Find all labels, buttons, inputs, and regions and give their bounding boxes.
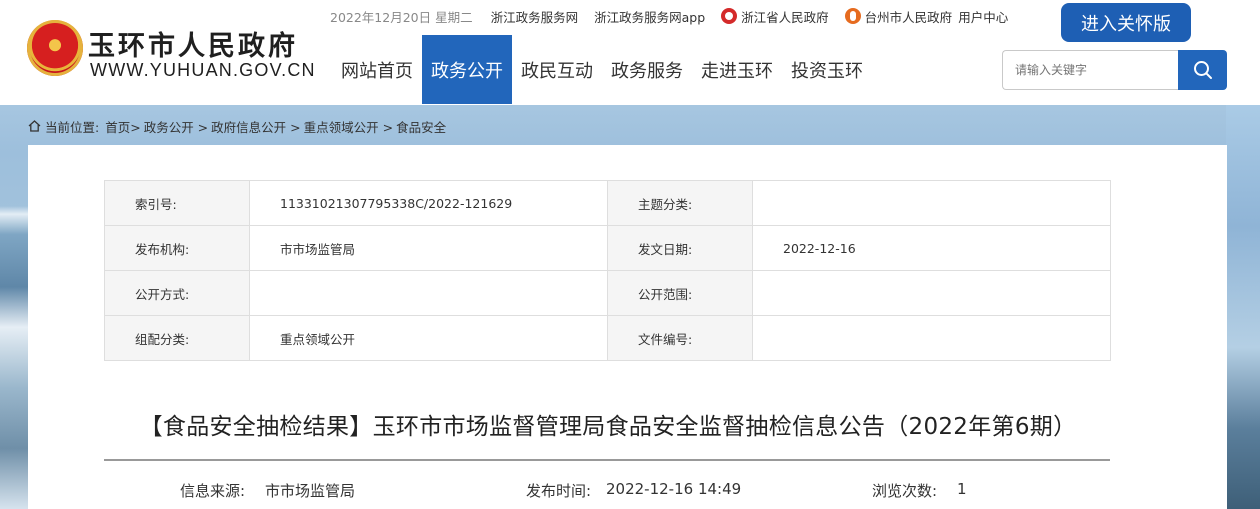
breadcrumb-gov-info[interactable]: 政府信息公开 > (211, 117, 300, 136)
link-user-center[interactable]: 用户中心 (958, 7, 1008, 26)
meta-value-issue-date: 2022-12-16 (752, 225, 1111, 271)
table-row: 索引号: 11331021307795338C/2022-121629 主题分类… (104, 180, 1111, 226)
document-title: 【食品安全抽检结果】玉环市市场监督管理局食品安全监督抽检信息公告（2022年第6… (139, 414, 1077, 440)
link-zhejiang-gov-label: 浙江省人民政府 (741, 9, 829, 25)
table-row: 发布机构: 市市场监管局 发文日期: 2022-12-16 (104, 225, 1111, 271)
link-taizhou-gov-label: 台州市人民政府 (864, 9, 953, 25)
site-url[interactable]: WWW.YUHUAN.GOV.CN (90, 60, 316, 81)
meta-label-index: 索引号: (104, 180, 250, 226)
site-header: 玉环市人民政府 WWW.YUHUAN.GOV.CN 2022年12月20日 星期… (0, 0, 1260, 105)
national-emblem-icon (27, 20, 83, 76)
breadcrumb-key-areas[interactable]: 重点领域公开 > (304, 117, 393, 136)
meta-label-publisher: 发布机构: (104, 225, 250, 271)
meta-label-doc-number: 文件编号: (607, 315, 753, 361)
search-input[interactable] (1002, 50, 1178, 90)
source-value: 市市场监管局 (265, 482, 356, 500)
meta-value-doc-number (752, 315, 1111, 361)
breadcrumb-food-safety[interactable]: 食品安全 (396, 117, 446, 136)
nav-interaction[interactable]: 政民互动 (512, 35, 602, 104)
breadcrumb-gov-affairs[interactable]: 政务公开 > (144, 117, 208, 136)
link-zjzwfw-app[interactable]: 浙江政务服务网app (594, 7, 705, 26)
meta-value-publisher: 市市场监管局 (249, 225, 608, 271)
meta-value-disclosure-scope (752, 270, 1111, 316)
document-meta-table: 索引号: 11331021307795338C/2022-121629 主题分类… (104, 180, 1111, 361)
site-title[interactable]: 玉环市人民政府 (88, 24, 298, 63)
table-row: 公开方式: 公开范围: (104, 270, 1111, 316)
zhejiang-gov-icon (721, 8, 738, 24)
meta-label-topic: 主题分类: (607, 180, 753, 226)
breadcrumb: 当前位置: 首页> 政务公开 > 政府信息公开 > 重点领域公开 > 食品安全 (28, 116, 449, 136)
content-panel: 索引号: 11331021307795338C/2022-121629 主题分类… (28, 145, 1227, 509)
search-icon (1193, 61, 1212, 79)
link-zjzwfw[interactable]: 浙江政务服务网 (491, 7, 579, 26)
nav-invest-yuhuan[interactable]: 投资玉环 (782, 35, 872, 104)
top-bar: 2022年12月20日 星期二 浙江政务服务网 浙江政务服务网app 浙江省人民… (330, 6, 1024, 26)
care-mode-button[interactable]: 进入关怀版 (1061, 3, 1191, 42)
title-divider (104, 459, 1110, 461)
meta-label-issue-date: 发文日期: (607, 225, 753, 271)
home-icon (28, 120, 41, 132)
table-row: 组配分类: 重点领域公开 文件编号: (104, 315, 1111, 361)
meta-label-category: 组配分类: (104, 315, 250, 361)
link-taizhou-gov[interactable]: 台州市人民政府 (844, 7, 953, 26)
document-info-row: 信息来源: 市市场监管局 发布时间: 2022-12-16 14:49 浏览次数… (28, 480, 1188, 502)
background-scenery-left (0, 105, 28, 509)
source-label: 信息来源: (180, 482, 246, 500)
nav-home[interactable]: 网站首页 (332, 35, 422, 104)
meta-value-disclosure-method (249, 270, 608, 316)
meta-value-category: 重点领域公开 (249, 315, 608, 361)
nav-gov-services[interactable]: 政务服务 (602, 35, 692, 104)
link-zhejiang-gov[interactable]: 浙江省人民政府 (721, 7, 829, 26)
meta-label-disclosure-scope: 公开范围: (607, 270, 753, 316)
search-button[interactable] (1178, 50, 1227, 90)
nav-gov-affairs-open[interactable]: 政务公开 (422, 35, 512, 104)
publish-time-value: 2022-12-16 14:49 (606, 480, 742, 498)
nav-about-yuhuan[interactable]: 走进玉环 (692, 35, 782, 104)
current-date: 2022年12月20日 星期二 (330, 9, 473, 25)
main-nav: 网站首页 政务公开 政民互动 政务服务 走进玉环 投资玉环 (332, 35, 872, 104)
meta-value-index: 11331021307795338C/2022-121629 (249, 180, 608, 226)
taizhou-gov-icon (844, 8, 861, 24)
views-value: 1 (957, 480, 967, 498)
meta-label-disclosure-method: 公开方式: (104, 270, 250, 316)
publish-time-label: 发布时间: (526, 482, 592, 500)
meta-value-topic (752, 180, 1111, 226)
views-label: 浏览次数: (872, 482, 938, 500)
breadcrumb-home[interactable]: 首页> (105, 117, 140, 136)
breadcrumb-prefix: 当前位置: (45, 119, 100, 135)
background-scenery-right (1226, 105, 1260, 509)
